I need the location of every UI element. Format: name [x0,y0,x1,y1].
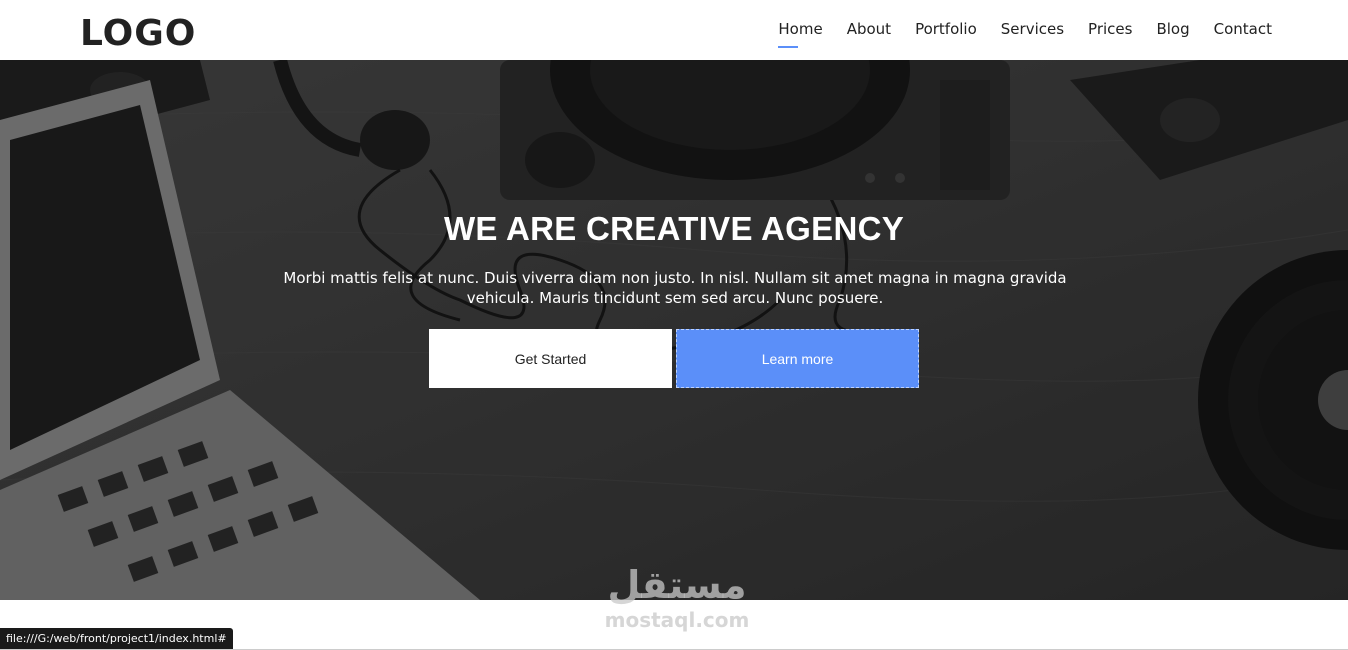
hero-description: Morbi mattis felis at nunc. Duis viverra… [283,269,1067,307]
learn-more-button[interactable]: Learn more [676,329,919,388]
nav-home[interactable]: Home [778,18,823,48]
get-started-button[interactable]: Get Started [429,329,672,388]
site-header: LOGO Home About Portfolio Services Price… [0,0,1348,60]
watermark-latin-text: mostaql.com [604,608,750,632]
watermark-arabic-text: مستقل [607,563,747,607]
nav-about[interactable]: About [847,18,891,40]
hero-section: WE ARE CREATIVE AGENCY Morbi mattis feli… [0,60,1348,600]
nav-portfolio[interactable]: Portfolio [915,18,977,40]
nav-blog[interactable]: Blog [1156,18,1189,40]
hero-overlay [0,60,1348,600]
main-nav: Home About Portfolio Services Prices Blo… [778,18,1272,48]
logo[interactable]: LOGO [80,12,196,56]
nav-prices[interactable]: Prices [1088,18,1132,40]
nav-services[interactable]: Services [1001,18,1064,40]
status-bar-url: file:///G:/web/front/project1/index.html… [0,628,233,649]
hero-title: WE ARE CREATIVE AGENCY [443,210,905,247]
nav-contact[interactable]: Contact [1214,18,1272,40]
watermark: مستقل mostaql.com [592,562,762,632]
